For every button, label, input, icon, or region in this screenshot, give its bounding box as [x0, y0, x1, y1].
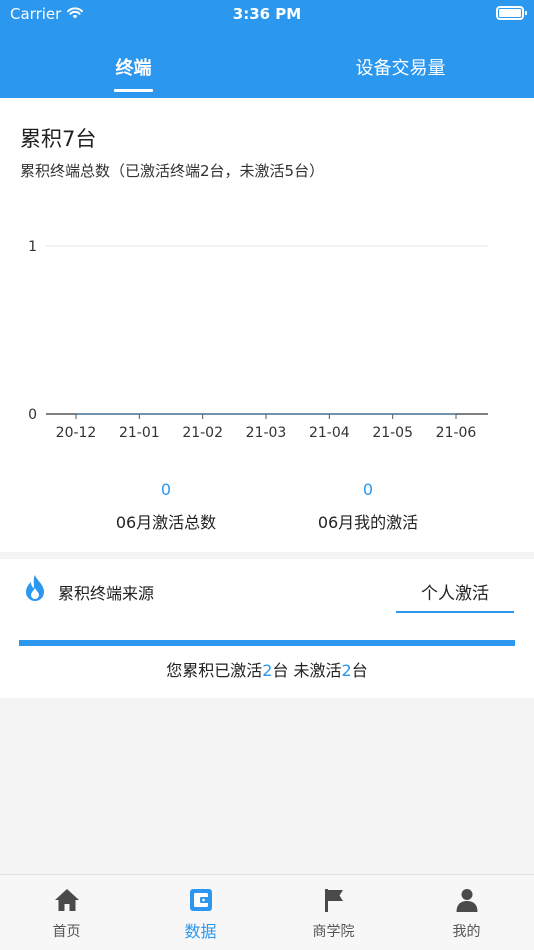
chart-x-tick-label: 21-01: [119, 425, 160, 441]
activation-progress-fill: [19, 640, 515, 646]
chart-x-tick-label: 21-03: [246, 425, 287, 441]
status-time: 3:36 PM: [232, 5, 302, 23]
tabbar-label-academy: 商学院: [312, 924, 355, 940]
summary-middle: 台 未激活: [272, 661, 342, 680]
activation-summary: 您累积已激活2台 未激活2台: [0, 657, 534, 681]
chart-x-tick-label: 21-05: [372, 425, 413, 441]
tabbar-label-mine: 我的: [452, 924, 481, 940]
stat-monthly-mine-label: 06月我的激活: [317, 513, 419, 532]
source-tab-underline: [396, 611, 514, 613]
total-count-subtitle: 累积终端总数（已激活终端2台，未激活5台）: [20, 162, 325, 180]
tabbar-label-data: 数据: [184, 922, 217, 941]
activation-chart: 0 1 20-12 21-01 21-02 21-03 21-04 21-05 21-06: [28, 239, 488, 441]
tab-indicator: [114, 89, 153, 92]
wallet-icon: [190, 889, 212, 911]
flame-icon: [26, 575, 44, 601]
tabbar-item-home[interactable]: 首页: [0, 875, 133, 950]
activated-count: 2: [262, 661, 273, 680]
top-header: Carrier 3:36 PM 终端 设备交易量: [0, 0, 534, 98]
chart-y-tick-label: 0: [28, 407, 37, 423]
flag-icon: [325, 889, 343, 912]
stat-monthly-total: 0 06月激活总数: [66, 480, 266, 533]
chart-y-tick-label: 1: [28, 239, 37, 255]
battery-icon: [496, 6, 527, 20]
summary-suffix: 台: [351, 661, 368, 680]
chart-x-tick-label: 21-04: [309, 425, 350, 441]
tab-terminal[interactable]: 终端: [0, 54, 267, 80]
home-icon: [55, 889, 79, 911]
tabbar-item-academy[interactable]: 商学院: [267, 875, 400, 950]
inactive-count: 2: [341, 661, 352, 680]
terminal-summary-card: 累积7台 累积终端总数（已激活终端2台，未激活5台） 0 1 20-12 21-01…: [0, 98, 534, 552]
tabbar-item-data[interactable]: 数据: [134, 875, 267, 950]
stat-monthly-total-value: 0: [160, 480, 172, 499]
person-icon: [456, 889, 478, 912]
tab-personal-activation[interactable]: 个人激活: [396, 579, 514, 604]
total-count-title: 累积7台: [20, 127, 97, 151]
chart-x-tick-label: 20-12: [56, 425, 97, 441]
tabbar-item-mine[interactable]: 我的: [400, 875, 533, 950]
summary-prefix: 您累积已激活: [166, 661, 263, 680]
stat-monthly-mine: 0 06月我的激活: [268, 480, 468, 533]
stat-monthly-mine-value: 0: [362, 480, 374, 499]
source-title: 累积终端来源: [58, 584, 155, 603]
tabbar-label-home: 首页: [52, 924, 81, 940]
activation-progress-bar: [19, 640, 515, 646]
terminal-source-card: 累积终端来源 个人激活 您累积已激活2台 未激活2台: [0, 559, 534, 698]
chart-x-tick-label: 21-06: [436, 425, 477, 441]
bottom-tab-bar: 首页 数据 商学院 我的: [0, 874, 534, 950]
chart-x-tick-label: 21-02: [182, 425, 223, 441]
top-tabs: 终端 设备交易量: [0, 44, 534, 98]
status-bar: Carrier 3:36 PM: [0, 0, 534, 28]
tab-device-volume[interactable]: 设备交易量: [267, 54, 534, 80]
stat-monthly-total-label: 06月激活总数: [115, 513, 217, 532]
